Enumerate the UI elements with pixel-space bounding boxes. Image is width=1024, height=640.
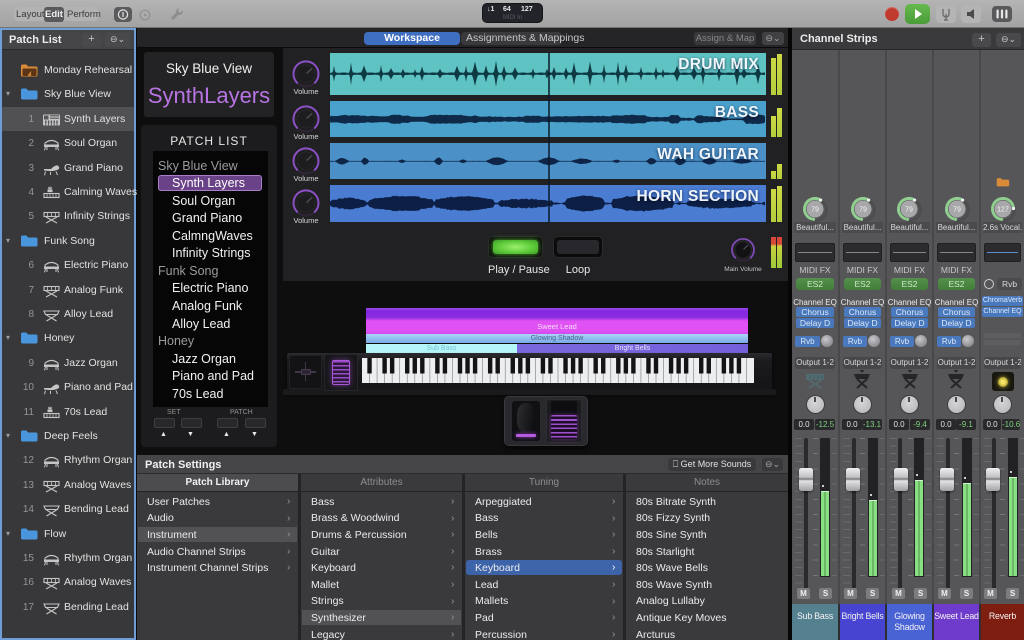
svg-text:127: 127 — [997, 207, 1009, 214]
svg-text:79: 79 — [953, 207, 961, 214]
svg-text:79: 79 — [811, 207, 819, 214]
svg-text:79: 79 — [859, 207, 867, 214]
svg-text:79: 79 — [905, 207, 913, 214]
